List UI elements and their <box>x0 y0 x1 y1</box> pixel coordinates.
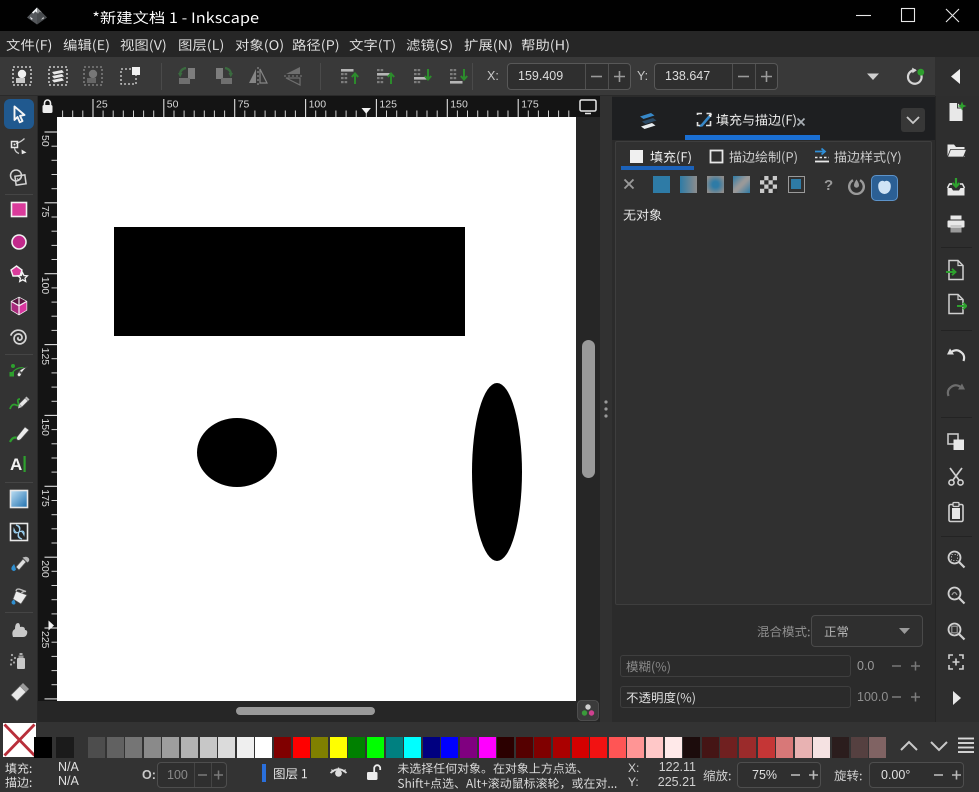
svg-text:100: 100 <box>39 277 51 295</box>
svg-text:50: 50 <box>39 135 51 147</box>
svg-text:200: 200 <box>39 560 51 578</box>
svg-text:175: 175 <box>521 99 539 111</box>
svg-text:225: 225 <box>39 631 51 649</box>
svg-text:75: 75 <box>238 99 250 111</box>
svg-text:175: 175 <box>39 489 51 507</box>
svg-text:150: 150 <box>39 418 51 436</box>
svg-text:100: 100 <box>309 99 327 111</box>
svg-text:75: 75 <box>39 206 51 218</box>
svg-text:A: A <box>10 455 22 474</box>
svg-text:125: 125 <box>39 348 51 366</box>
svg-text:150: 150 <box>450 99 468 111</box>
svg-text:25: 25 <box>96 99 108 111</box>
svg-text:50: 50 <box>167 99 179 111</box>
svg-text:125: 125 <box>379 99 397 111</box>
